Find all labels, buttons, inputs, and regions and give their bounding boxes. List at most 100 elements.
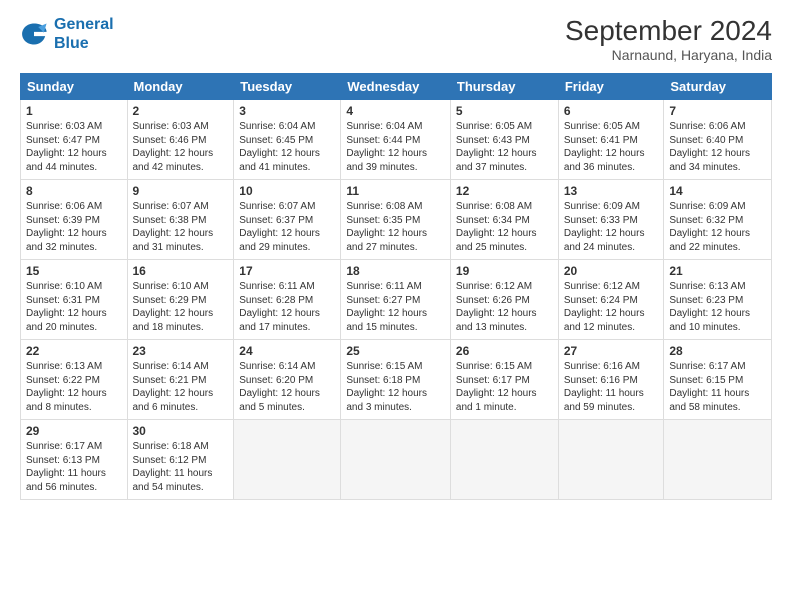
day-info: Sunrise: 6:07 AM Sunset: 6:38 PM Dayligh… — [133, 200, 229, 254]
col-thursday: Thursday — [450, 74, 558, 100]
day-number: 18 — [346, 264, 445, 278]
day-info: Sunrise: 6:05 AM Sunset: 6:43 PM Dayligh… — [456, 120, 553, 174]
day-info: Sunrise: 6:10 AM Sunset: 6:29 PM Dayligh… — [133, 280, 229, 334]
title-block: September 2024 Narnaund, Haryana, India — [565, 15, 772, 63]
day-number: 9 — [133, 184, 229, 198]
col-monday: Monday — [127, 74, 234, 100]
day-info: Sunrise: 6:14 AM Sunset: 6:21 PM Dayligh… — [133, 360, 229, 414]
day-number: 25 — [346, 344, 445, 358]
table-row: 11 Sunrise: 6:08 AM Sunset: 6:35 PM Dayli… — [341, 180, 451, 260]
week-row: 15 Sunrise: 6:10 AM Sunset: 6:31 PM Dayli… — [21, 260, 772, 340]
day-info: Sunrise: 6:09 AM Sunset: 6:32 PM Dayligh… — [669, 200, 766, 254]
day-info: Sunrise: 6:03 AM Sunset: 6:46 PM Dayligh… — [133, 120, 229, 174]
day-info: Sunrise: 6:04 AM Sunset: 6:44 PM Dayligh… — [346, 120, 445, 174]
day-number: 2 — [133, 104, 229, 118]
table-row: 29Sunrise: 6:17 AM Sunset: 6:13 PM Dayli… — [21, 420, 128, 500]
day-number: 5 — [456, 104, 553, 118]
table-row: 16 Sunrise: 6:10 AM Sunset: 6:29 PM Dayli… — [127, 260, 234, 340]
calendar-header-row: Sunday Monday Tuesday Wednesday Thursday… — [21, 74, 772, 100]
day-info: Sunrise: 6:06 AM Sunset: 6:40 PM Dayligh… — [669, 120, 766, 174]
day-number: 17 — [239, 264, 335, 278]
day-number: 24 — [239, 344, 335, 358]
day-number: 19 — [456, 264, 553, 278]
table-row: 5 Sunrise: 6:05 AM Sunset: 6:43 PM Daylig… — [450, 100, 558, 180]
table-row: 12 Sunrise: 6:08 AM Sunset: 6:34 PM Dayli… — [450, 180, 558, 260]
day-number: 27 — [564, 344, 659, 358]
col-friday: Friday — [558, 74, 664, 100]
table-row: 21 Sunrise: 6:13 AM Sunset: 6:23 PM Dayli… — [664, 260, 772, 340]
table-row: 18 Sunrise: 6:11 AM Sunset: 6:27 PM Dayli… — [341, 260, 451, 340]
day-number: 4 — [346, 104, 445, 118]
day-info: Sunrise: 6:08 AM Sunset: 6:34 PM Dayligh… — [456, 200, 553, 254]
logo-icon — [20, 20, 48, 48]
table-row — [341, 420, 451, 500]
day-info: Sunrise: 6:08 AM Sunset: 6:35 PM Dayligh… — [346, 200, 445, 254]
day-number: 10 — [239, 184, 335, 198]
day-number: 6 — [564, 104, 659, 118]
day-number: 28 — [669, 344, 766, 358]
day-info: Sunrise: 6:11 AM Sunset: 6:28 PM Dayligh… — [239, 280, 335, 334]
week-row: 8 Sunrise: 6:06 AM Sunset: 6:39 PM Daylig… — [21, 180, 772, 260]
table-row — [450, 420, 558, 500]
table-row: 6 Sunrise: 6:05 AM Sunset: 6:41 PM Daylig… — [558, 100, 664, 180]
table-row — [234, 420, 341, 500]
day-info: Sunrise: 6:04 AM Sunset: 6:45 PM Dayligh… — [239, 120, 335, 174]
page: General Blue September 2024 Narnaund, Ha… — [0, 0, 792, 612]
day-number: 30 — [133, 424, 229, 438]
col-tuesday: Tuesday — [234, 74, 341, 100]
table-row: 8 Sunrise: 6:06 AM Sunset: 6:39 PM Daylig… — [21, 180, 128, 260]
table-row: 3 Sunrise: 6:04 AM Sunset: 6:45 PM Daylig… — [234, 100, 341, 180]
table-row — [664, 420, 772, 500]
table-row: 19 Sunrise: 6:12 AM Sunset: 6:26 PM Dayli… — [450, 260, 558, 340]
day-info: Sunrise: 6:17 AM Sunset: 6:15 PM Dayligh… — [669, 360, 766, 414]
day-info: Sunrise: 6:11 AM Sunset: 6:27 PM Dayligh… — [346, 280, 445, 334]
week-row: 22Sunrise: 6:13 AM Sunset: 6:22 PM Dayli… — [21, 340, 772, 420]
day-info: Sunrise: 6:09 AM Sunset: 6:33 PM Dayligh… — [564, 200, 659, 254]
table-row: 17 Sunrise: 6:11 AM Sunset: 6:28 PM Dayli… — [234, 260, 341, 340]
day-info: Sunrise: 6:17 AM Sunset: 6:13 PM Dayligh… — [26, 440, 122, 494]
table-row: 9 Sunrise: 6:07 AM Sunset: 6:38 PM Daylig… — [127, 180, 234, 260]
day-number: 16 — [133, 264, 229, 278]
day-number: 15 — [26, 264, 122, 278]
day-number: 23 — [133, 344, 229, 358]
week-row: 1Sunrise: 6:03 AM Sunset: 6:47 PM Daylig… — [21, 100, 772, 180]
day-info: Sunrise: 6:03 AM Sunset: 6:47 PM Dayligh… — [26, 120, 122, 174]
day-number: 7 — [669, 104, 766, 118]
day-info: Sunrise: 6:13 AM Sunset: 6:22 PM Dayligh… — [26, 360, 122, 414]
day-info: Sunrise: 6:12 AM Sunset: 6:26 PM Dayligh… — [456, 280, 553, 334]
col-saturday: Saturday — [664, 74, 772, 100]
table-row: 25 Sunrise: 6:15 AM Sunset: 6:18 PM Dayli… — [341, 340, 451, 420]
day-number: 8 — [26, 184, 122, 198]
table-row: 30Sunrise: 6:18 AM Sunset: 6:12 PM Dayli… — [127, 420, 234, 500]
day-number: 12 — [456, 184, 553, 198]
day-info: Sunrise: 6:13 AM Sunset: 6:23 PM Dayligh… — [669, 280, 766, 334]
day-info: Sunrise: 6:10 AM Sunset: 6:31 PM Dayligh… — [26, 280, 122, 334]
table-row: 4 Sunrise: 6:04 AM Sunset: 6:44 PM Daylig… — [341, 100, 451, 180]
day-number: 26 — [456, 344, 553, 358]
table-row — [558, 420, 664, 500]
day-number: 20 — [564, 264, 659, 278]
logo: General Blue — [20, 15, 114, 53]
col-wednesday: Wednesday — [341, 74, 451, 100]
col-sunday: Sunday — [21, 74, 128, 100]
day-info: Sunrise: 6:15 AM Sunset: 6:17 PM Dayligh… — [456, 360, 553, 414]
day-info: Sunrise: 6:14 AM Sunset: 6:20 PM Dayligh… — [239, 360, 335, 414]
table-row: 14 Sunrise: 6:09 AM Sunset: 6:32 PM Dayli… — [664, 180, 772, 260]
table-row: 20Sunrise: 6:12 AM Sunset: 6:24 PM Dayli… — [558, 260, 664, 340]
table-row: 27 Sunrise: 6:16 AM Sunset: 6:16 PM Dayli… — [558, 340, 664, 420]
table-row: 28 Sunrise: 6:17 AM Sunset: 6:15 PM Dayli… — [664, 340, 772, 420]
header: General Blue September 2024 Narnaund, Ha… — [20, 15, 772, 63]
day-number: 3 — [239, 104, 335, 118]
table-row: 22Sunrise: 6:13 AM Sunset: 6:22 PM Dayli… — [21, 340, 128, 420]
day-info: Sunrise: 6:06 AM Sunset: 6:39 PM Dayligh… — [26, 200, 122, 254]
day-number: 21 — [669, 264, 766, 278]
day-number: 11 — [346, 184, 445, 198]
day-info: Sunrise: 6:05 AM Sunset: 6:41 PM Dayligh… — [564, 120, 659, 174]
table-row: 15 Sunrise: 6:10 AM Sunset: 6:31 PM Dayli… — [21, 260, 128, 340]
day-info: Sunrise: 6:16 AM Sunset: 6:16 PM Dayligh… — [564, 360, 659, 414]
day-info: Sunrise: 6:07 AM Sunset: 6:37 PM Dayligh… — [239, 200, 335, 254]
day-info: Sunrise: 6:15 AM Sunset: 6:18 PM Dayligh… — [346, 360, 445, 414]
day-number: 14 — [669, 184, 766, 198]
table-row: 10 Sunrise: 6:07 AM Sunset: 6:37 PM Dayli… — [234, 180, 341, 260]
logo-text: General Blue — [54, 15, 114, 53]
